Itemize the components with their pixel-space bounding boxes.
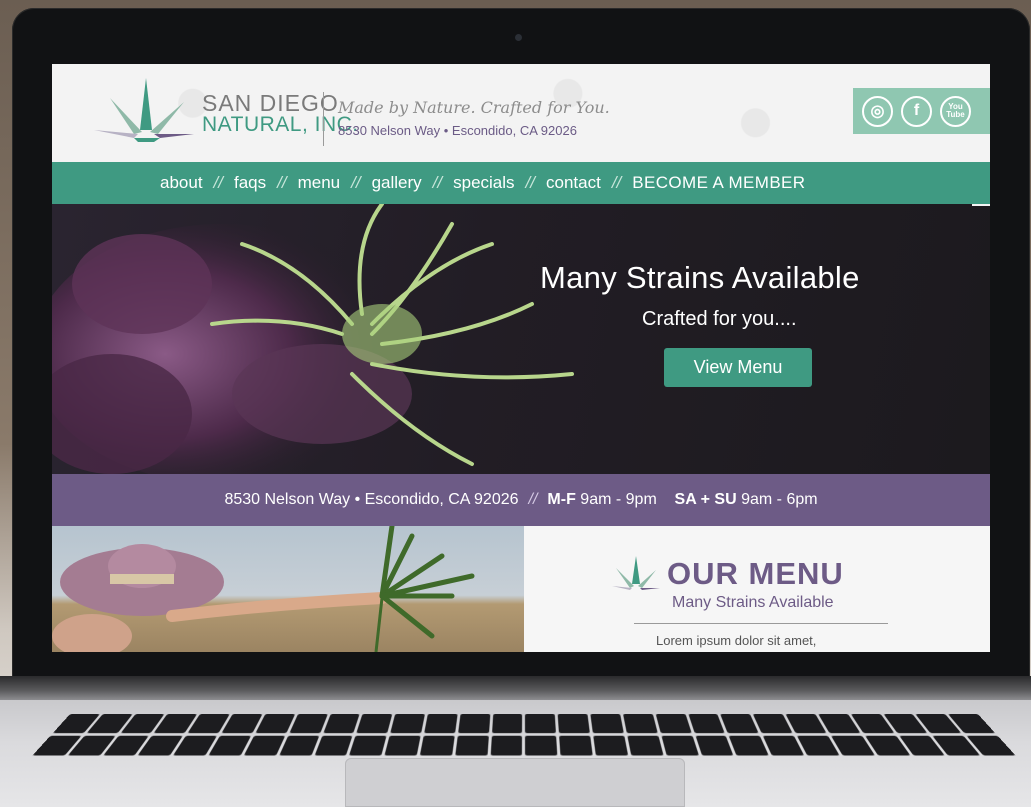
nav-item-gallery[interactable]: gallery bbox=[372, 173, 422, 193]
keyboard-key bbox=[420, 735, 455, 755]
keyboard bbox=[32, 714, 1015, 756]
keyboard-key bbox=[256, 714, 295, 733]
trackpad bbox=[345, 758, 685, 807]
laptop-hinge bbox=[0, 676, 1031, 700]
social-links: ◎ f You Tube bbox=[853, 88, 990, 134]
hero-banner: Many Strains Available Crafted for you..… bbox=[52, 204, 990, 474]
keyboard-key bbox=[492, 714, 523, 733]
site-header: SAN DIEGO NATURAL, INC. Made by Nature. … bbox=[52, 64, 990, 162]
nav-item-contact[interactable]: contact bbox=[546, 173, 601, 193]
cannabis-leaf-logo-icon[interactable] bbox=[94, 76, 199, 146]
keyboard-key bbox=[525, 714, 556, 733]
info-bar: 8530 Nelson Way • Escondido, CA 92026 //… bbox=[52, 474, 990, 526]
keyboard-key bbox=[391, 714, 425, 733]
brand-name-line1: SAN DIEGO bbox=[202, 92, 359, 114]
hero-subtitle: Crafted for you.... bbox=[642, 308, 797, 331]
keyboard-key bbox=[490, 735, 522, 755]
keyboard-key bbox=[688, 714, 725, 733]
website-screen: SAN DIEGO NATURAL, INC. Made by Nature. … bbox=[52, 64, 990, 652]
cannabis-bud-image bbox=[52, 204, 612, 474]
keyboard-key bbox=[323, 714, 360, 733]
keyboard-key bbox=[458, 714, 490, 733]
nav-item-become-member[interactable]: BECOME A MEMBER bbox=[632, 173, 805, 193]
keyboard-key bbox=[695, 735, 734, 755]
weekend-label: SA + SU bbox=[675, 491, 737, 509]
weekday-hours: 9am - 9pm bbox=[580, 491, 656, 509]
our-menu-subheading: Many Strains Available bbox=[672, 594, 834, 612]
weekend-hours: 9am - 6pm bbox=[741, 491, 817, 509]
info-separator: // bbox=[519, 491, 548, 509]
nav-separator: // bbox=[266, 173, 297, 193]
keyboard-key bbox=[721, 714, 759, 733]
keyboard-key bbox=[525, 735, 557, 755]
keyboard-key bbox=[424, 714, 457, 733]
weekday-label: M-F bbox=[547, 491, 575, 509]
cannabis-leaf-icon bbox=[612, 556, 660, 590]
nav-separator: // bbox=[340, 173, 371, 193]
keyboard-key bbox=[590, 714, 623, 733]
header-divider bbox=[323, 92, 324, 146]
keyboard-key bbox=[627, 735, 663, 755]
nav-item-menu[interactable]: menu bbox=[298, 173, 341, 193]
keyboard-key bbox=[558, 714, 590, 733]
main-nav: about // faqs // menu // gallery // spec… bbox=[52, 162, 990, 204]
nav-item-specials[interactable]: specials bbox=[453, 173, 514, 193]
menu-body-text: Lorem ipsum dolor sit amet, bbox=[656, 633, 816, 648]
tagline: Made by Nature. Crafted for You. bbox=[338, 98, 610, 117]
nav-separator: // bbox=[203, 173, 234, 193]
keyboard-key bbox=[349, 735, 386, 755]
youtube-icon[interactable]: You Tube bbox=[940, 96, 971, 127]
nav-separator: // bbox=[515, 173, 546, 193]
camera-icon bbox=[515, 34, 522, 41]
keyboard-key bbox=[357, 714, 393, 733]
keyboard-key bbox=[661, 735, 698, 755]
hero-title: Many Strains Available bbox=[540, 260, 860, 296]
view-menu-button[interactable]: View Menu bbox=[664, 348, 812, 387]
menu-divider bbox=[634, 623, 888, 624]
keyboard-key bbox=[279, 735, 319, 755]
brand-name-line2: NATURAL, INC. bbox=[202, 114, 359, 136]
keyboard-key bbox=[244, 735, 285, 755]
instagram-icon[interactable]: ◎ bbox=[862, 96, 893, 127]
woman-holding-plant-image bbox=[52, 526, 524, 652]
header-address: 8530 Nelson Way • Escondido, CA 92026 bbox=[338, 123, 577, 138]
nav-item-faqs[interactable]: faqs bbox=[234, 173, 266, 193]
keyboard-key bbox=[729, 735, 769, 755]
our-menu-heading: OUR MENU bbox=[667, 556, 844, 592]
keyboard-key bbox=[593, 735, 628, 755]
facebook-icon[interactable]: f bbox=[901, 96, 932, 127]
hero-corner-accent bbox=[972, 204, 990, 206]
nav-item-about[interactable]: about bbox=[160, 173, 203, 193]
keyboard-key bbox=[656, 714, 692, 733]
keyboard-key bbox=[289, 714, 327, 733]
our-menu-section: OUR MENU Many Strains Available Lorem ip… bbox=[524, 526, 990, 652]
keyboard-key bbox=[385, 735, 421, 755]
keyboard-key bbox=[314, 735, 353, 755]
brand-logo-text[interactable]: SAN DIEGO NATURAL, INC. bbox=[202, 92, 359, 136]
keyboard-key bbox=[559, 735, 592, 755]
nav-separator: // bbox=[422, 173, 453, 193]
nav-separator: // bbox=[601, 173, 632, 193]
keyboard-key bbox=[455, 735, 488, 755]
info-address: 8530 Nelson Way • Escondido, CA 92026 bbox=[224, 491, 518, 509]
keyboard-key bbox=[623, 714, 657, 733]
